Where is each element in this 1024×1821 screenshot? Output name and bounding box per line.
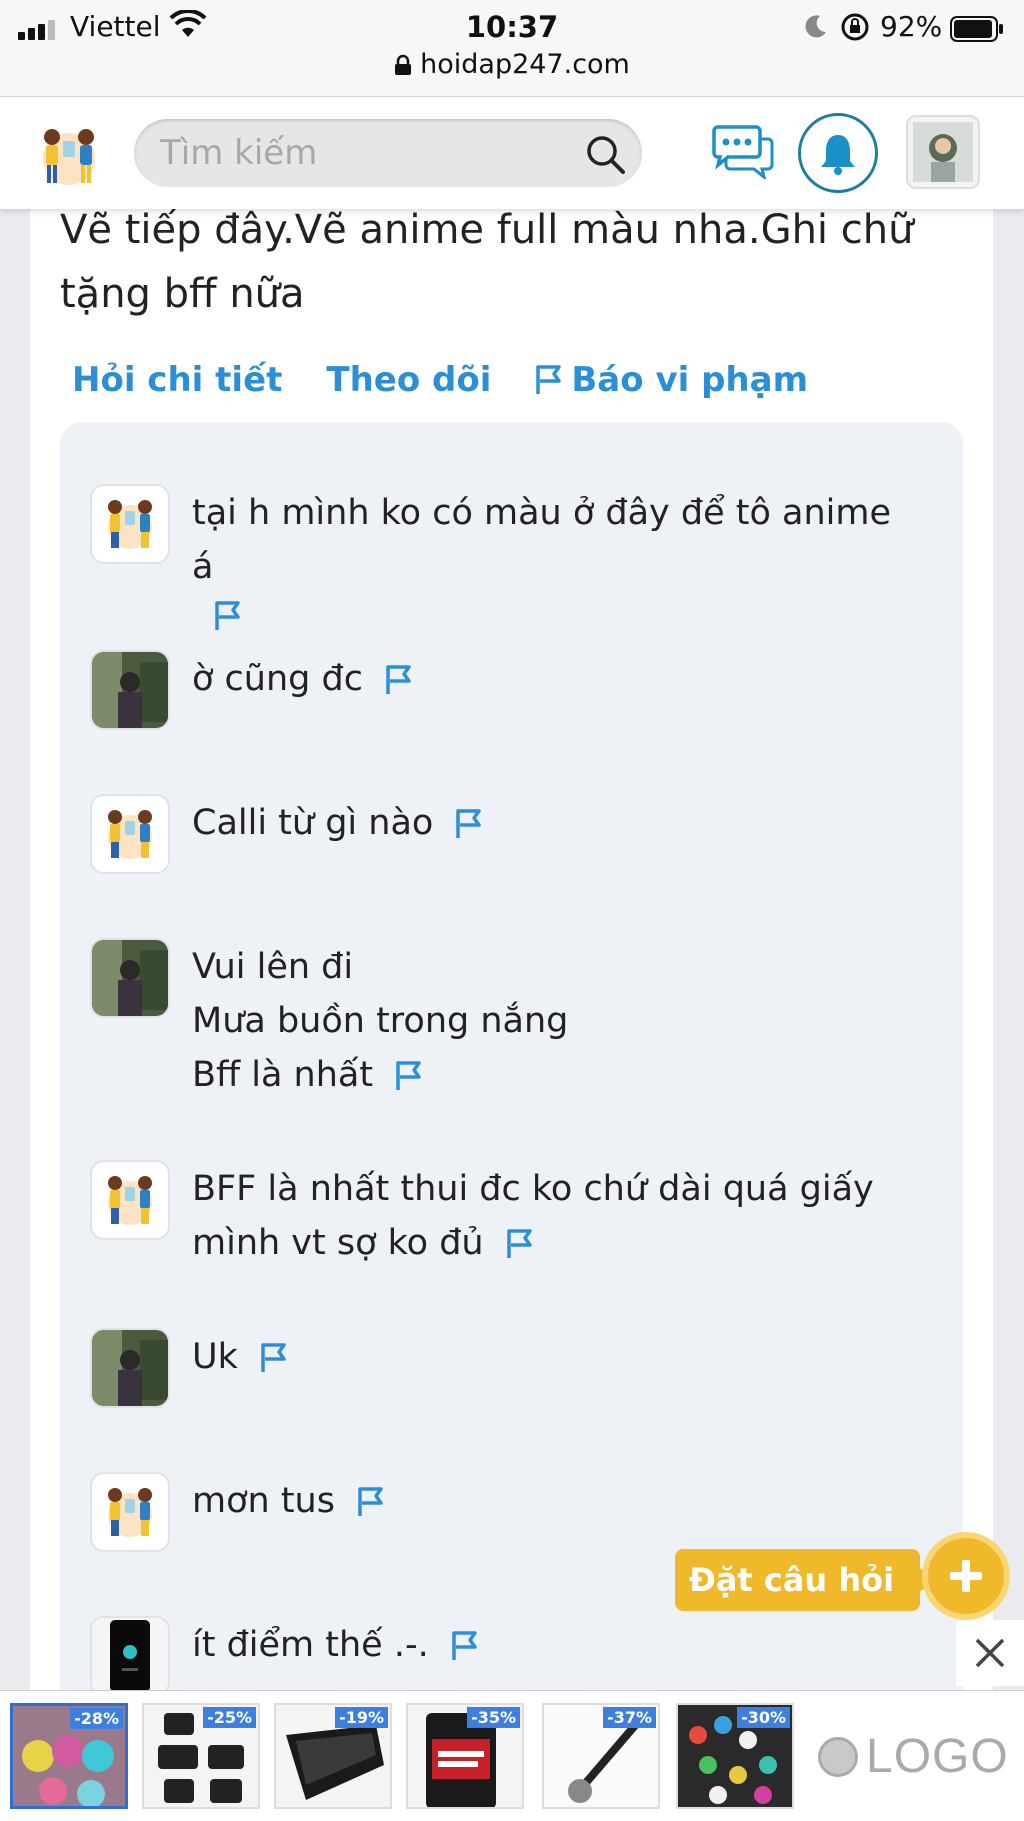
comment-text: BFF là nhất thui đc ko chứ dài quá giấy …	[192, 1169, 874, 1263]
report-flag-icon[interactable]	[451, 1630, 479, 1662]
comment-avatar[interactable]	[90, 1616, 170, 1696]
site-logo[interactable]	[32, 119, 106, 193]
plus-icon	[950, 1560, 982, 1592]
comment-avatar[interactable]	[90, 1472, 170, 1552]
question-text: Vẽ tiếp đây.Vẽ anime full màu nha.Ghi ch…	[60, 207, 914, 317]
report-flag-icon[interactable]	[455, 808, 483, 840]
phone-avatar	[92, 1618, 168, 1694]
question-actions: Hỏi chi tiết Theo dõi Báo vi phạm	[72, 360, 808, 400]
search-input[interactable]	[158, 129, 562, 177]
user-avatar[interactable]	[906, 115, 980, 189]
ad-product[interactable]: -19%	[274, 1703, 392, 1809]
site-header	[0, 97, 1024, 209]
status-bar: Viettel 10:37 92%	[0, 6, 1024, 46]
comment-avatar[interactable]	[90, 1328, 170, 1408]
comment-text: mơn tus	[192, 1474, 922, 1528]
discount-badge: -25%	[203, 1707, 256, 1728]
url-text: hoidap247.com	[420, 49, 630, 80]
comment-text: Vui lên đi Mưa buồn trong nắng Bff là nh…	[192, 947, 569, 1095]
moon-icon	[805, 15, 826, 38]
question-card: Vẽ tiếp đây.Vẽ anime full màu nha.Ghi ch…	[30, 190, 993, 1722]
ad-close-button[interactable]	[956, 1620, 1024, 1686]
photo-avatar	[92, 940, 168, 1016]
report-flag-icon[interactable]	[214, 600, 242, 632]
padlock-icon	[395, 54, 412, 75]
illustration-avatar	[108, 1176, 152, 1225]
comment-avatar[interactable]	[90, 650, 170, 730]
report-link[interactable]: Báo vi phạm	[535, 360, 808, 400]
notification-button[interactable]	[798, 113, 878, 193]
report-flag-icon[interactable]	[395, 1060, 423, 1092]
report-label: Báo vi phạm	[571, 360, 809, 400]
comment-text: Calli từ gì nào	[192, 796, 922, 850]
close-icon	[975, 1638, 1005, 1668]
discount-badge: -37%	[603, 1707, 656, 1728]
url-bar[interactable]: hoidap247.com	[0, 48, 1024, 88]
ad-product[interactable]: -28%	[10, 1703, 128, 1809]
ad-product[interactable]: -37%	[542, 1703, 660, 1809]
bell-icon	[821, 135, 855, 175]
flag-icon	[536, 365, 562, 394]
discount-badge: -30%	[737, 1707, 790, 1728]
ask-question-button[interactable]	[922, 1532, 1010, 1620]
rotation-lock-icon	[841, 13, 869, 41]
comment-text: ờ cũng đc	[192, 652, 922, 706]
ad-logo: LOGO	[818, 1729, 1009, 1784]
comment-text: tại h mình ko có màu ở đây để tô anime á	[192, 486, 922, 632]
browser-chrome: Viettel 10:37 92% hoidap247.com	[0, 0, 1024, 97]
ad-logo-text: LOGO	[866, 1730, 1009, 1783]
battery-percent: 92%	[880, 10, 943, 43]
ask-detail-link[interactable]: Hỏi chi tiết	[72, 360, 282, 400]
logo-dot-icon	[818, 1736, 858, 1777]
clock: 10:37	[465, 10, 559, 44]
comment-text: ít điểm thế .-.	[192, 1618, 922, 1672]
photo-avatar	[92, 652, 168, 728]
follow-link[interactable]: Theo dõi	[326, 360, 491, 400]
ask-question-label[interactable]: Đặt câu hỏi	[675, 1549, 935, 1611]
illustration-avatar	[108, 810, 152, 859]
comment-avatar[interactable]	[90, 1160, 170, 1240]
comment-avatar[interactable]	[90, 938, 170, 1018]
illustration-avatar	[108, 1488, 152, 1537]
search-bar[interactable]	[134, 119, 642, 187]
ad-product[interactable]: -30%	[676, 1703, 794, 1809]
report-flag-icon[interactable]	[385, 664, 413, 696]
illustration-avatar	[108, 500, 152, 549]
report-flag-icon[interactable]	[506, 1228, 534, 1260]
comment-avatar[interactable]	[90, 484, 170, 564]
ad-product[interactable]: -25%	[142, 1703, 260, 1809]
battery-icon	[950, 16, 1003, 42]
avatar-photo	[913, 122, 973, 182]
report-flag-icon[interactable]	[260, 1342, 288, 1374]
report-flag-icon[interactable]	[357, 1486, 385, 1518]
chat-icon[interactable]	[712, 125, 774, 179]
discount-badge: -19%	[335, 1707, 388, 1728]
comment-avatar[interactable]	[90, 794, 170, 874]
search-icon[interactable]	[584, 133, 626, 175]
discount-badge: -28%	[70, 1708, 123, 1729]
ad-banner[interactable]: -28% -25% -19% -35% -37% -30% LOGO	[0, 1690, 1024, 1821]
ad-product[interactable]: -35%	[406, 1703, 524, 1809]
comment-list: tại h mình ko có màu ở đây để tô anime á…	[60, 422, 963, 1722]
discount-badge: -35%	[467, 1707, 520, 1728]
comment-text: Uk	[192, 1330, 922, 1384]
photo-avatar	[92, 1330, 168, 1406]
